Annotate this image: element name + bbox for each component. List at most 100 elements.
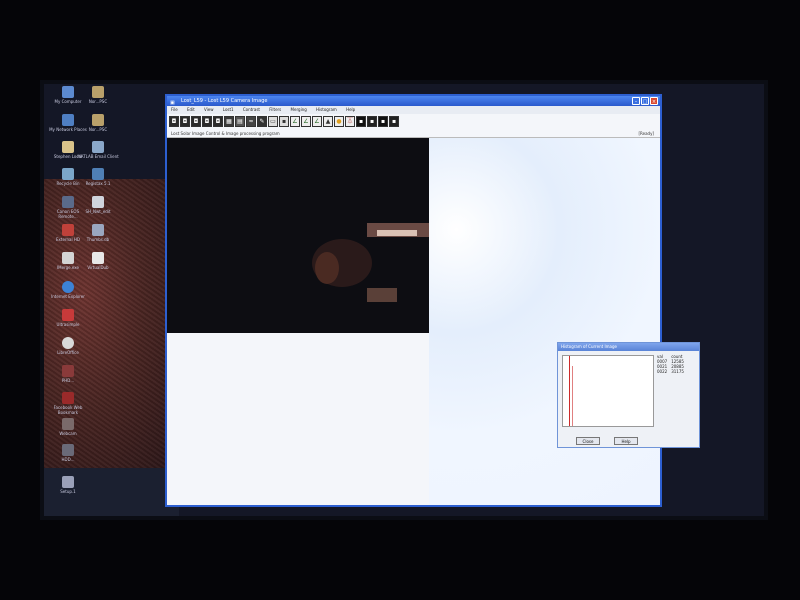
close-histogram-button[interactable]: Close bbox=[576, 437, 600, 445]
grid-icon[interactable]: ▦ bbox=[224, 116, 234, 127]
histogram-table: val count 0007 12585 0021 20885 0022 311… bbox=[655, 354, 686, 374]
curve-icon[interactable]: ∠ bbox=[301, 116, 311, 127]
drive-icon bbox=[62, 444, 74, 456]
desktop-icon[interactable]: SH_Nwt_edit bbox=[77, 196, 119, 214]
menu-file[interactable]: File bbox=[171, 107, 178, 112]
square-icon[interactable]: ▪ bbox=[367, 116, 377, 127]
menu-lost1[interactable]: Lost1 bbox=[223, 107, 234, 112]
camera-icon[interactable]: ◘ bbox=[191, 116, 201, 127]
flask-icon[interactable]: ⏄ bbox=[345, 116, 355, 127]
desktop-icon[interactable]: Ultrasimple bbox=[47, 309, 89, 327]
triangle-icon[interactable]: ▲ bbox=[323, 116, 333, 127]
mail-icon bbox=[92, 141, 104, 153]
maximize-button[interactable]: □ bbox=[641, 97, 649, 105]
cell-count: 31175 bbox=[671, 369, 684, 374]
desktop-icon[interactable]: Internet Explorer bbox=[47, 281, 89, 299]
edit-icon[interactable]: ✎ bbox=[257, 116, 267, 127]
menu-edit[interactable]: Edit bbox=[187, 107, 195, 112]
desktop-icon-label: Internet Explorer bbox=[51, 294, 85, 299]
app-icon bbox=[62, 309, 74, 321]
histogram-peak-line bbox=[572, 366, 573, 426]
film-reel-icon bbox=[92, 252, 104, 264]
bookmark-icon bbox=[62, 392, 74, 404]
camera-icon[interactable]: ◘ bbox=[202, 116, 212, 127]
desktop-icon-label: Nor...PSC bbox=[88, 99, 108, 104]
status-bar: Lost Solar Image Control & Image process… bbox=[167, 130, 660, 138]
menu-histogram[interactable]: Histogram bbox=[316, 107, 337, 112]
desktop-icon[interactable]: PHD... bbox=[47, 365, 89, 383]
desktop-icon-label: SH_Nwt_edit bbox=[85, 209, 111, 214]
cell-val: 0022 bbox=[657, 369, 668, 374]
desktop-icon-label: MATLAB Email Client bbox=[77, 154, 119, 159]
desktop-icon[interactable]: MATLAB Email Client bbox=[77, 141, 119, 159]
desktop-icon[interactable]: Setup.1 bbox=[47, 476, 89, 494]
menu-bar: File Edit View Lost1 Contrast Filters Me… bbox=[167, 106, 660, 114]
desktop-icon-label: HDD... bbox=[61, 457, 75, 462]
desktop-icon-label: Thumbs.db bbox=[86, 237, 110, 242]
desktop-icon-label: Setup.1 bbox=[60, 489, 76, 494]
menu-merging[interactable]: Merging bbox=[291, 107, 307, 112]
app-title: Lost_L59 - Lost L59 Camera Image bbox=[181, 98, 268, 104]
desktop-icon[interactable]: LibreOffice bbox=[47, 337, 89, 355]
file-icon bbox=[92, 196, 104, 208]
folder-icon bbox=[92, 114, 104, 126]
sun-icon[interactable]: ● bbox=[334, 116, 344, 127]
app-icon bbox=[62, 337, 74, 349]
camera-image bbox=[167, 138, 429, 333]
minimize-button[interactable]: – bbox=[632, 97, 640, 105]
app-icon bbox=[62, 365, 74, 377]
menu-view[interactable]: View bbox=[204, 107, 214, 112]
network-icon bbox=[62, 114, 74, 126]
camera-icon[interactable]: ◘ bbox=[169, 116, 179, 127]
app-icon bbox=[92, 168, 104, 180]
curve-icon[interactable]: ∠ bbox=[312, 116, 322, 127]
film-icon[interactable]: ▤ bbox=[235, 116, 245, 127]
desktop-icon-label: Ultrasimple bbox=[56, 322, 80, 327]
desktop-icon-label: VirtualDub bbox=[87, 265, 109, 270]
status-indicator: [Ready] bbox=[638, 131, 654, 136]
webcam-icon bbox=[62, 418, 74, 430]
square-icon[interactable]: ▪ bbox=[389, 116, 399, 127]
desktop-icon[interactable]: Webcam bbox=[47, 418, 89, 436]
menu-contrast[interactable]: Contrast bbox=[243, 107, 260, 112]
desktop-icon-label: Registax 5.1 bbox=[85, 181, 111, 186]
square-icon[interactable]: ▪ bbox=[378, 116, 388, 127]
desktop-icon[interactable]: Nor...PSC bbox=[77, 86, 119, 104]
status-text: Lost Solar Image Control & Image process… bbox=[171, 131, 280, 136]
app-titlebar[interactable]: ▣ Lost_L59 - Lost L59 Camera Image – □ × bbox=[167, 96, 660, 106]
desktop-icon[interactable]: Nor...PSC bbox=[77, 114, 119, 132]
desktop-icon[interactable]: Registax 5.1 bbox=[77, 168, 119, 186]
desktop-icon-label: LibreOffice bbox=[57, 350, 79, 355]
recycle-bin-icon bbox=[62, 168, 74, 180]
histogram-peak-line bbox=[569, 356, 570, 426]
curve-icon[interactable]: ∠ bbox=[290, 116, 300, 127]
camera-image-canvas[interactable] bbox=[167, 138, 429, 333]
file-icon bbox=[92, 224, 104, 236]
folder-icon bbox=[92, 86, 104, 98]
image-icon[interactable]: ▭ bbox=[268, 116, 278, 127]
drive-icon bbox=[62, 224, 74, 236]
desktop-icon[interactable]: Facebook Web Bookmark bbox=[47, 392, 89, 415]
help-button[interactable]: Help bbox=[614, 437, 638, 445]
save-icon[interactable]: ▪ bbox=[279, 116, 289, 127]
close-button[interactable]: × bbox=[650, 97, 658, 105]
desktop-icon-label: Facebook Web Bookmark bbox=[53, 405, 83, 415]
square-icon[interactable]: ▪ bbox=[356, 116, 366, 127]
camera-icon bbox=[62, 196, 74, 208]
menu-help[interactable]: Help bbox=[346, 107, 355, 112]
histogram-dialog[interactable]: Histogram of Current Image val count 000… bbox=[557, 342, 700, 448]
desktop-icon[interactable]: HDD... bbox=[47, 444, 89, 462]
wave-icon[interactable]: ≈ bbox=[246, 116, 256, 127]
camera-icon[interactable]: ◘ bbox=[180, 116, 190, 127]
app-icon bbox=[62, 252, 74, 264]
menu-filters[interactable]: Filters bbox=[269, 107, 281, 112]
desktop-icon-label: Webcam bbox=[59, 431, 77, 436]
desktop-icon-label: PHD... bbox=[61, 378, 75, 383]
desktop-icon[interactable]: Thumbs.db bbox=[77, 224, 119, 242]
histogram-plot bbox=[562, 355, 654, 427]
screen: My Computer Nor...PSC My Network Places … bbox=[44, 84, 764, 516]
desktop-icon[interactable]: VirtualDub bbox=[77, 252, 119, 270]
camera-icon[interactable]: ◘ bbox=[213, 116, 223, 127]
computer-icon bbox=[62, 86, 74, 98]
setup-icon bbox=[62, 476, 74, 488]
